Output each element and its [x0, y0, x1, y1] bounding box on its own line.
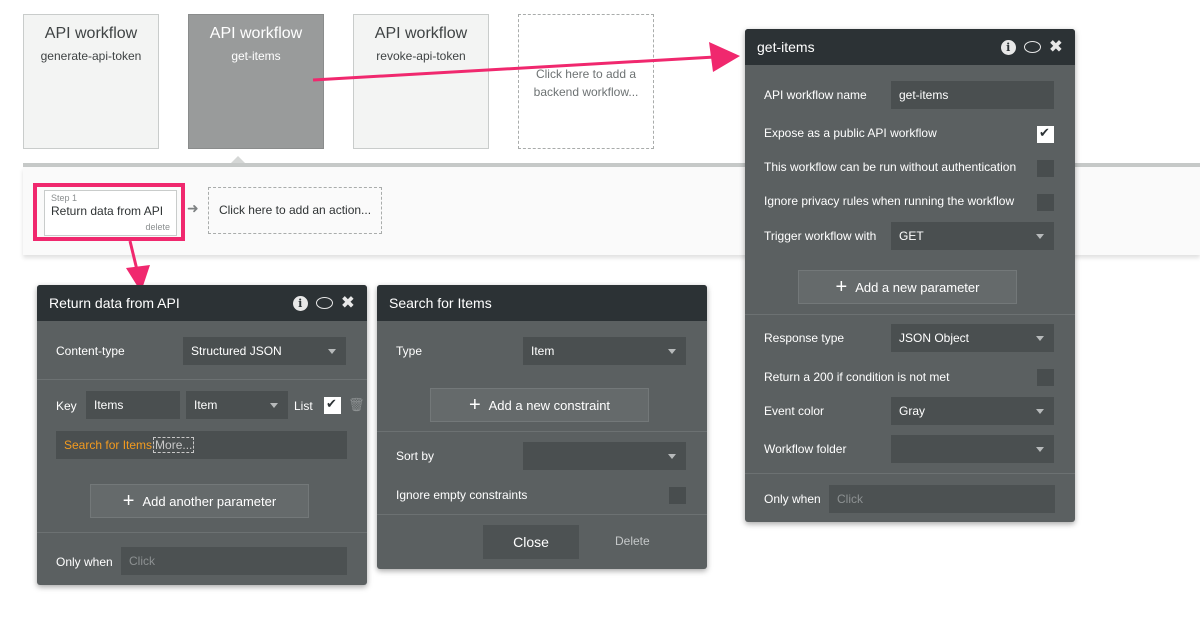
- return-data-panel: Return data from API i ✖ Content-type St…: [37, 285, 367, 585]
- expression-more-link[interactable]: More...: [153, 437, 195, 453]
- key-input[interactable]: Items: [86, 391, 180, 419]
- response-type-value: JSON Object: [899, 331, 970, 345]
- content-type-label: Content-type: [56, 344, 125, 358]
- type-label: Type: [396, 344, 423, 358]
- arrow-to-getitems-line: [312, 55, 716, 82]
- get-items-workflow-panel: get-items i ✖ API workflow name get-item…: [745, 29, 1075, 522]
- divider: [377, 431, 707, 432]
- add-new-parameter-button[interactable]: + Add a new parameter: [798, 270, 1017, 304]
- response-type-dropdown[interactable]: JSON Object: [891, 324, 1054, 352]
- arrow-to-return-line: [128, 240, 139, 271]
- search-for-items-panel: Search for Items Type Item + Add a new c…: [377, 285, 707, 569]
- add-another-parameter-label: Add another parameter: [142, 493, 277, 509]
- close-icon[interactable]: ✖: [1049, 38, 1063, 55]
- workflow-folder-dropdown[interactable]: [891, 435, 1054, 463]
- add-new-parameter-label: Add a new parameter: [855, 279, 980, 295]
- type-dropdown[interactable]: Item: [523, 337, 686, 365]
- workflow-name-input[interactable]: get-items: [891, 81, 1054, 109]
- ignore-empty-checkbox[interactable]: [669, 487, 686, 504]
- only-when-label: Only when: [56, 555, 113, 569]
- divider: [745, 473, 1075, 474]
- no-auth-checkbox[interactable]: [1037, 160, 1054, 177]
- trigger-value: GET: [899, 229, 924, 243]
- key-label: Key: [56, 399, 77, 413]
- trigger-dropdown[interactable]: GET: [891, 222, 1054, 250]
- expression-field[interactable]: Search for Items More...: [56, 431, 347, 459]
- divider: [37, 379, 367, 380]
- ignore-empty-label: Ignore empty constraints: [396, 488, 528, 502]
- workflow-editor-canvas: API workflow generate-api-token API work…: [0, 0, 1200, 627]
- return-200-checkbox[interactable]: [1037, 369, 1054, 386]
- list-checkbox[interactable]: [324, 396, 341, 414]
- expose-public-label: Expose as a public API workflow: [764, 126, 937, 140]
- only-when-label: Only when: [764, 492, 821, 506]
- close-button-label: Close: [513, 534, 549, 550]
- info-icon[interactable]: i: [1000, 39, 1016, 55]
- add-constraint-label: Add a new constraint: [488, 397, 611, 413]
- panel-title: Return data from API: [49, 295, 180, 311]
- panel-title: get-items: [757, 39, 815, 55]
- add-constraint-button[interactable]: + Add a new constraint: [430, 388, 649, 422]
- plus-icon: +: [835, 276, 848, 298]
- response-type-label: Response type: [764, 331, 845, 345]
- workflow-name-value: get-items: [899, 88, 949, 102]
- divider: [377, 514, 707, 515]
- sort-by-label: Sort by: [396, 449, 435, 463]
- sort-by-dropdown[interactable]: [523, 442, 686, 470]
- divider: [37, 532, 367, 533]
- only-when-placeholder: Click: [129, 554, 155, 568]
- arrow-to-getitems-head: [709, 42, 740, 72]
- event-color-dropdown[interactable]: Gray: [891, 397, 1054, 425]
- event-color-value: Gray: [899, 404, 926, 418]
- return-200-label: Return a 200 if condition is not met: [764, 370, 950, 384]
- panel-header: get-items i ✖: [745, 29, 1075, 65]
- only-when-input[interactable]: Click: [121, 547, 347, 575]
- panel-title: Search for Items: [389, 295, 492, 311]
- trash-icon[interactable]: 🗑: [348, 397, 365, 413]
- event-color-label: Event color: [764, 404, 825, 418]
- panel-header: Return data from API i ✖: [37, 285, 367, 321]
- key-value: Items: [94, 398, 124, 412]
- close-button[interactable]: Close: [483, 525, 579, 559]
- comment-icon[interactable]: [1023, 41, 1041, 53]
- expression-text: Search for Items: [64, 438, 153, 452]
- expose-public-checkbox[interactable]: [1037, 125, 1054, 143]
- list-label: List: [294, 399, 313, 413]
- content-type-value: Structured JSON: [191, 344, 282, 358]
- type-value: Item: [531, 344, 555, 358]
- panel-header: Search for Items: [377, 285, 707, 321]
- no-auth-label: This workflow can be run without authent…: [764, 160, 1017, 174]
- plus-icon: +: [468, 394, 481, 416]
- ignore-privacy-label: Ignore privacy rules when running the wo…: [764, 194, 1015, 208]
- close-icon[interactable]: ✖: [341, 294, 355, 311]
- workflow-folder-label: Workflow folder: [764, 442, 847, 456]
- divider: [745, 314, 1075, 315]
- info-icon[interactable]: i: [292, 295, 308, 311]
- only-when-placeholder: Click: [837, 492, 863, 506]
- trigger-label: Trigger workflow with: [764, 229, 877, 243]
- content-type-dropdown[interactable]: Structured JSON: [183, 337, 346, 365]
- workflow-name-label: API workflow name: [764, 88, 867, 102]
- key-type-dropdown[interactable]: Item: [186, 391, 288, 419]
- only-when-input[interactable]: Click: [829, 485, 1055, 513]
- add-another-parameter-button[interactable]: + Add another parameter: [90, 484, 309, 518]
- comment-icon[interactable]: [315, 297, 333, 309]
- key-type-value: Item: [194, 398, 218, 412]
- delete-link[interactable]: Delete: [615, 534, 650, 548]
- ignore-privacy-checkbox[interactable]: [1037, 194, 1054, 211]
- plus-icon: +: [122, 490, 135, 512]
